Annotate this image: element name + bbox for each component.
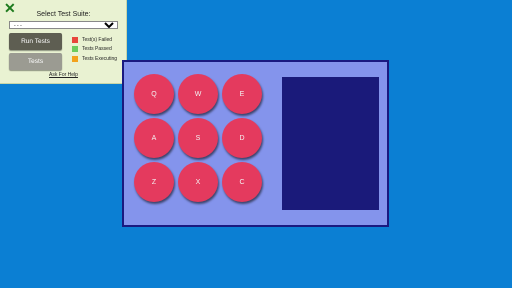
passed-swatch-icon: [72, 46, 78, 52]
key-s[interactable]: S: [178, 118, 218, 158]
test-suite-select[interactable]: - - -: [9, 21, 118, 29]
legend-passed: Tests Passed: [72, 46, 112, 52]
key-x[interactable]: X: [178, 162, 218, 202]
run-tests-button[interactable]: Run Tests: [9, 33, 62, 50]
legend-executing-label: Tests Executing: [82, 56, 118, 62]
key-c[interactable]: C: [222, 162, 262, 202]
legend-failed-label: Test(s) Failed: [82, 37, 113, 43]
test-panel: ✕ Select Test Suite: - - - Run Tests Tes…: [0, 0, 127, 84]
key-q[interactable]: Q: [134, 74, 174, 114]
panel-title: Select Test Suite:: [36, 11, 91, 18]
legend-executing: Tests Executing: [72, 56, 117, 62]
failed-swatch-icon: [72, 37, 78, 43]
key-z[interactable]: Z: [134, 162, 174, 202]
tests-button[interactable]: Tests: [9, 53, 62, 70]
key-d[interactable]: D: [222, 118, 262, 158]
key-a[interactable]: A: [134, 118, 174, 158]
keyboard-board: Q W E A S D Z X C: [122, 60, 389, 227]
display-screen: [282, 77, 379, 210]
legend-passed-label: Tests Passed: [82, 46, 112, 52]
executing-swatch-icon: [72, 56, 78, 62]
legend-failed: Test(s) Failed: [72, 37, 112, 43]
key-e[interactable]: E: [222, 74, 262, 114]
key-w[interactable]: W: [178, 74, 218, 114]
ask-for-help-link[interactable]: Ask For Help: [0, 72, 127, 78]
